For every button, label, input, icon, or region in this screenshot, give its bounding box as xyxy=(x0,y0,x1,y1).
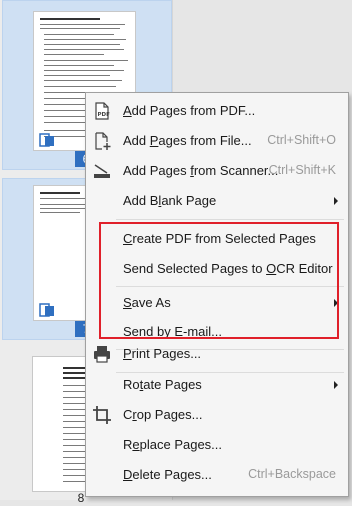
menu-item-add-blank-page[interactable]: Add Blank Page xyxy=(86,186,348,216)
menu-item-shortcut: Ctrl+Shift+K xyxy=(268,163,336,177)
menu-separator xyxy=(116,219,344,220)
menu-item-label: Create PDF from Selected Pages xyxy=(123,231,316,246)
menu-item-rotate-pages[interactable]: Rotate Pages xyxy=(86,370,348,400)
menu-item-print-pages[interactable]: Print Pages... xyxy=(86,339,348,369)
menu-item-add-pages-from-scanner[interactable]: Add Pages from Scanner... Ctrl+Shift+K xyxy=(86,156,348,186)
menu-item-crop-pages[interactable]: Crop Pages... xyxy=(86,400,348,430)
pdf-page-icon: PDF xyxy=(95,102,111,120)
menu-item-label: Send by E-mail... xyxy=(123,324,223,339)
menu-item-label: Crop Pages... xyxy=(123,407,203,422)
printer-icon xyxy=(94,346,110,363)
menu-item-delete-pages[interactable]: Delete Pages... Ctrl+Backspace xyxy=(86,460,348,490)
add-page-icon xyxy=(95,132,111,150)
menu-item-label: Add Pages from File... xyxy=(123,133,252,148)
submenu-arrow-icon xyxy=(334,197,338,205)
menu-item-label: Print Pages... xyxy=(123,346,202,361)
menu-item-label: Send Selected Pages to OCR Editor xyxy=(123,261,333,276)
menu-item-create-pdf-from-selected-pages[interactable]: Create PDF from Selected Pages xyxy=(86,224,348,254)
menu-item-label: Replace Pages... xyxy=(123,437,223,452)
svg-text:PDF: PDF xyxy=(98,112,111,118)
menu-item-label: Save As xyxy=(123,295,171,310)
document-icon xyxy=(39,303,54,317)
menu-item-label: Add Pages from PDF... xyxy=(123,103,256,118)
menu-item-add-pages-from-pdf[interactable]: PDF Add Pages from PDF... xyxy=(86,96,348,126)
submenu-arrow-icon xyxy=(334,299,338,307)
menu-item-label: Delete Pages... xyxy=(123,467,212,482)
menu-item-save-as[interactable]: Save As xyxy=(86,288,348,318)
context-menu: PDF Add Pages from PDF... Add Pages from… xyxy=(85,92,349,497)
menu-item-shortcut: Ctrl+Backspace xyxy=(248,467,336,481)
scanner-icon xyxy=(94,164,110,178)
menu-item-send-to-ocr-editor[interactable]: Send Selected Pages to OCR Editor xyxy=(86,254,348,284)
menu-item-add-pages-from-file[interactable]: Add Pages from File... Ctrl+Shift+O xyxy=(86,126,348,156)
menu-item-shortcut: Ctrl+Shift+O xyxy=(267,133,336,147)
submenu-arrow-icon xyxy=(334,381,338,389)
menu-separator xyxy=(116,286,344,287)
document-icon xyxy=(39,133,54,147)
menu-item-label: Rotate Pages xyxy=(123,377,202,392)
menu-item-label: Add Pages from Scanner... xyxy=(123,163,279,178)
menu-item-replace-pages[interactable]: Replace Pages... xyxy=(86,430,348,460)
crop-icon xyxy=(93,406,111,424)
menu-item-label: Add Blank Page xyxy=(123,193,217,208)
